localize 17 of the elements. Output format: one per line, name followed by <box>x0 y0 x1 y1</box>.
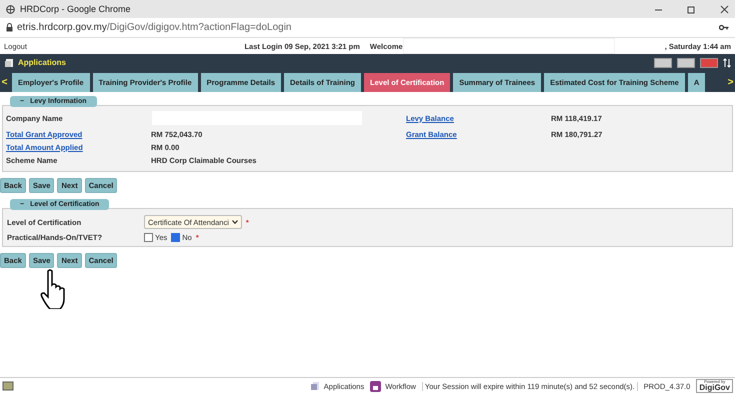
chevron-down-icon <box>232 220 238 224</box>
restore-icon[interactable] <box>687 4 696 14</box>
document-icon <box>4 58 14 68</box>
minimize-icon[interactable] <box>654 58 672 68</box>
window-title: HRDCorp - Google Chrome <box>20 4 131 14</box>
checkbox[interactable] <box>171 233 180 242</box>
close-icon[interactable] <box>720 4 729 14</box>
close-icon[interactable] <box>700 58 718 68</box>
globe-icon <box>6 4 15 14</box>
swap-arrows-icon[interactable] <box>723 58 731 68</box>
key-icon[interactable] <box>719 24 729 31</box>
document-icon[interactable] <box>310 381 320 391</box>
address-bar[interactable]: etris.hrdcorp.gov.my/DigiGov/digigov.htm?actionFlag=doLogin <box>17 22 292 33</box>
checkbox[interactable] <box>144 233 153 242</box>
app-title: Applications <box>18 58 66 67</box>
hand-cursor-icon <box>40 269 66 309</box>
maximize-icon[interactable] <box>677 58 695 68</box>
